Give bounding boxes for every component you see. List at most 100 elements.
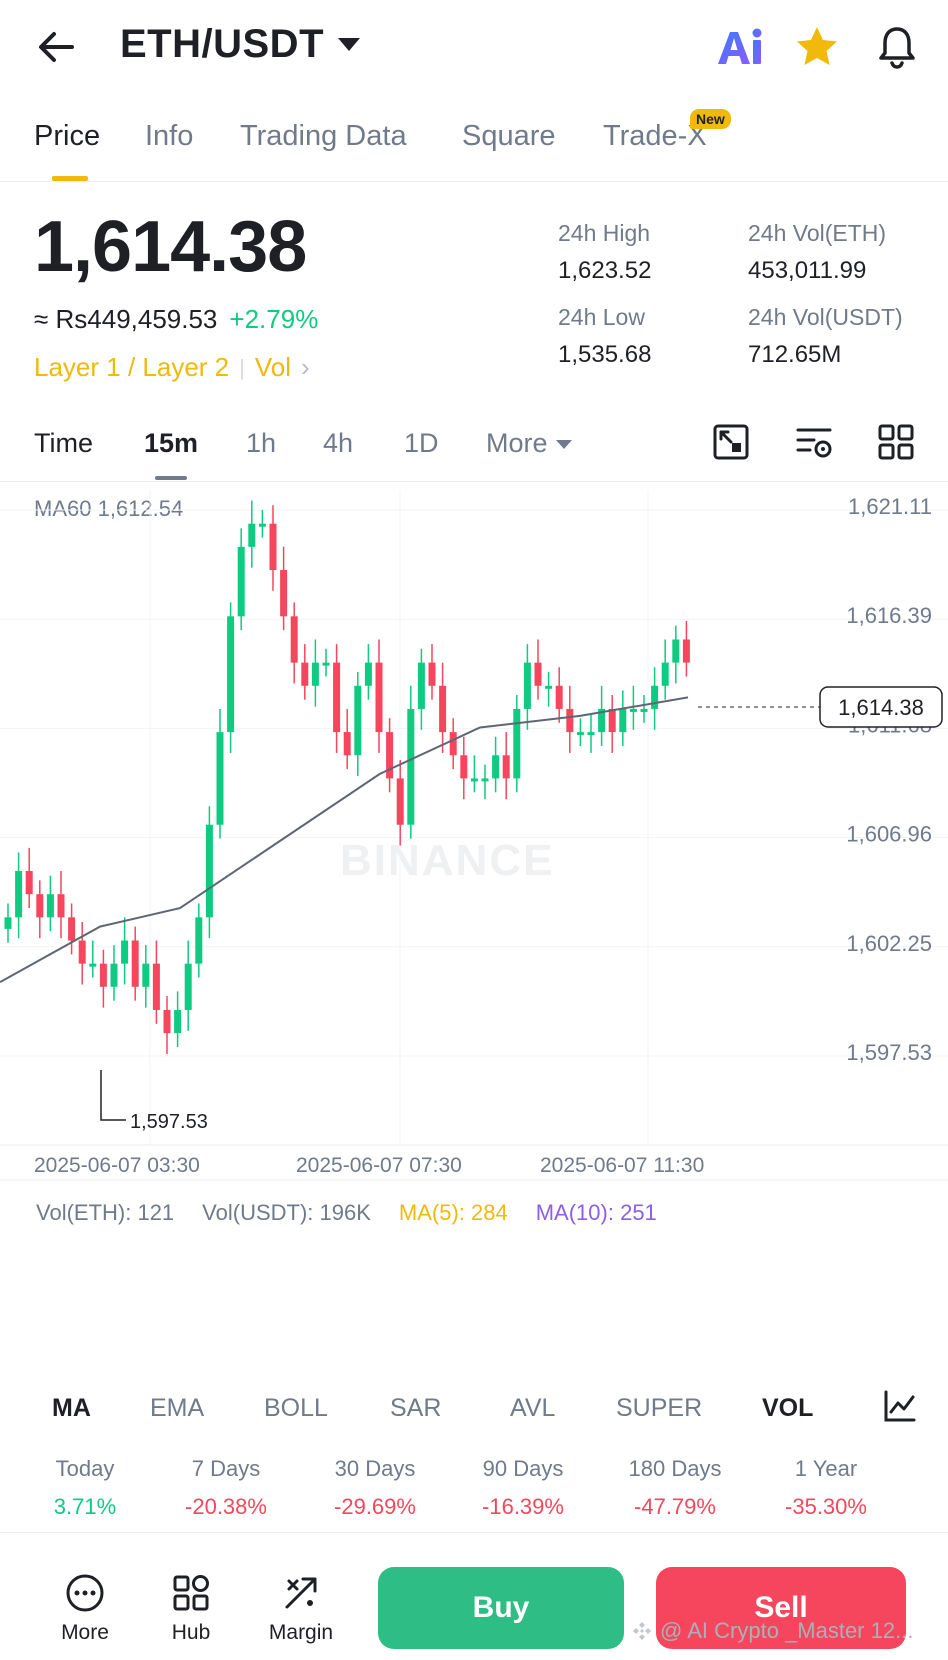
- candle-body: [195, 917, 203, 964]
- margin-button[interactable]: Margin: [256, 1573, 346, 1645]
- indicator-tabs: MA EMA BOLL SAR AVL SUPER VOL: [0, 1358, 948, 1456]
- perf-value: -16.39%: [482, 1494, 564, 1519]
- tag-separator: |: [239, 354, 245, 380]
- candle-body: [534, 662, 542, 686]
- candle-body: [439, 685, 447, 733]
- stat-label: 24h Low: [558, 304, 645, 330]
- indicator-ma[interactable]: MA: [52, 1394, 91, 1423]
- candle-body: [311, 662, 319, 686]
- grid-layout-icon[interactable]: [876, 422, 916, 462]
- perf-1-year: 1 Year -35.30%: [776, 1456, 876, 1520]
- perf-value: 3.71%: [53, 1494, 117, 1519]
- candle-body: [216, 732, 224, 825]
- caret-down-icon: [338, 38, 360, 51]
- interval-time[interactable]: Time: [34, 428, 93, 459]
- fullscreen-icon[interactable]: [711, 422, 751, 462]
- tag-vol[interactable]: Vol: [255, 352, 291, 383]
- stat-24h-low: 24h Low 1,535.68: [558, 304, 651, 369]
- candle-body: [492, 755, 500, 779]
- tab-square[interactable]: Square: [462, 120, 556, 153]
- interval-15m[interactable]: 15m: [144, 428, 198, 459]
- price-axis-label: 1,606.96: [846, 822, 932, 847]
- watermark-credit: @ AI Crypto _Master 12...: [630, 1618, 913, 1644]
- tag-layer[interactable]: Layer 1 / Layer 2: [34, 352, 229, 383]
- indicator-chart-icon[interactable]: [882, 1388, 918, 1424]
- candle-body: [142, 963, 150, 987]
- candle-body: [46, 894, 54, 918]
- candle-body: [269, 523, 277, 571]
- candle-body: [4, 917, 12, 929]
- more-button[interactable]: More: [40, 1573, 130, 1645]
- tab-info[interactable]: Info: [145, 120, 193, 153]
- candle-body: [121, 940, 129, 964]
- perf-value: -29.69%: [334, 1494, 416, 1519]
- indicator-super[interactable]: SUPER: [616, 1394, 702, 1423]
- credit-text: @ AI Crypto _Master 12...: [660, 1618, 914, 1643]
- candle-body: [301, 662, 309, 686]
- fiat-price-row: ≈ Rs449,459.53 +2.79%: [34, 304, 318, 335]
- favorite-star-icon[interactable]: [794, 24, 840, 70]
- interval-more-label: More: [486, 428, 548, 458]
- chart-svg: 1,621.111,616.391,611.681,606.961,602.25…: [0, 490, 948, 1361]
- candle-body: [396, 778, 404, 825]
- candle-body: [322, 662, 330, 666]
- candle-body: [258, 523, 266, 527]
- interval-more[interactable]: More: [486, 428, 572, 459]
- stat-label: 24h Vol(ETH): [748, 220, 887, 246]
- candle-body: [555, 685, 563, 709]
- buy-button[interactable]: Buy: [378, 1567, 624, 1649]
- candle-body: [333, 662, 341, 733]
- candle-body: [651, 685, 659, 709]
- stat-value: 1,535.68: [558, 341, 652, 368]
- tab-trading-data[interactable]: Trading Data: [240, 120, 407, 153]
- candle-body: [682, 639, 690, 663]
- stat-value: 453,011.99: [748, 257, 867, 284]
- candle-body: [290, 616, 298, 663]
- tag-row[interactable]: Layer 1 / Layer 2 | Vol ›: [34, 352, 310, 383]
- candlestick-chart[interactable]: 1,621.111,616.391,611.681,606.961,602.25…: [0, 483, 948, 1361]
- last-price: 1,614.38: [34, 207, 307, 287]
- candle-body: [640, 708, 648, 712]
- back-arrow-icon[interactable]: [32, 22, 82, 72]
- candle-body: [523, 662, 531, 709]
- interval-1h[interactable]: 1h: [246, 428, 276, 459]
- bell-icon[interactable]: [874, 24, 920, 70]
- indicator-avl[interactable]: AVL: [510, 1394, 555, 1423]
- interval-4h[interactable]: 4h: [323, 428, 353, 459]
- candle-body: [460, 755, 468, 779]
- time-axis-label: 2025-06-07 07:30: [296, 1154, 462, 1177]
- hub-icon: [173, 1575, 209, 1611]
- vol-eth: Vol(ETH): 121: [36, 1200, 175, 1225]
- more-dots-icon: [66, 1574, 104, 1612]
- candle-body: [364, 662, 372, 686]
- hub-button[interactable]: Hub: [146, 1573, 236, 1645]
- stat-value: 712.65M: [748, 341, 842, 368]
- candle-body: [428, 662, 436, 686]
- candle-body: [566, 708, 574, 733]
- margin-icon: [285, 1577, 317, 1609]
- candle-body: [36, 894, 44, 918]
- candle-body: [629, 708, 637, 712]
- tab-price[interactable]: Price: [34, 120, 100, 153]
- perf-180-days: 180 Days -47.79%: [620, 1456, 730, 1520]
- interval-1d[interactable]: 1D: [404, 428, 439, 459]
- current-price-tag: 1,614.38: [838, 695, 924, 720]
- perf-90-days: 90 Days -16.39%: [470, 1456, 576, 1520]
- indicator-sar[interactable]: SAR: [390, 1394, 441, 1423]
- indicator-boll[interactable]: BOLL: [264, 1394, 328, 1423]
- ai-icon[interactable]: [714, 24, 766, 72]
- time-axis-label: 2025-06-07 03:30: [34, 1154, 200, 1177]
- perf-7-days: 7 Days -20.38%: [176, 1456, 276, 1520]
- low-marker-line: [100, 1070, 126, 1121]
- chart-settings-icon[interactable]: [794, 422, 834, 462]
- stat-label: 24h High: [558, 220, 651, 246]
- indicator-ema[interactable]: EMA: [150, 1394, 204, 1423]
- fiat-price: ≈ Rs449,459.53: [34, 304, 218, 334]
- indicator-vol[interactable]: VOL: [762, 1394, 813, 1423]
- pair-selector[interactable]: ETH/USDT: [120, 22, 360, 67]
- candle-body: [375, 662, 383, 733]
- stat-24h-vol-usdt: 24h Vol(USDT) 712.65M: [748, 304, 903, 369]
- stat-value: 1,623.52: [558, 257, 652, 284]
- candle-body: [68, 917, 76, 941]
- perf-value: -47.79%: [634, 1494, 716, 1519]
